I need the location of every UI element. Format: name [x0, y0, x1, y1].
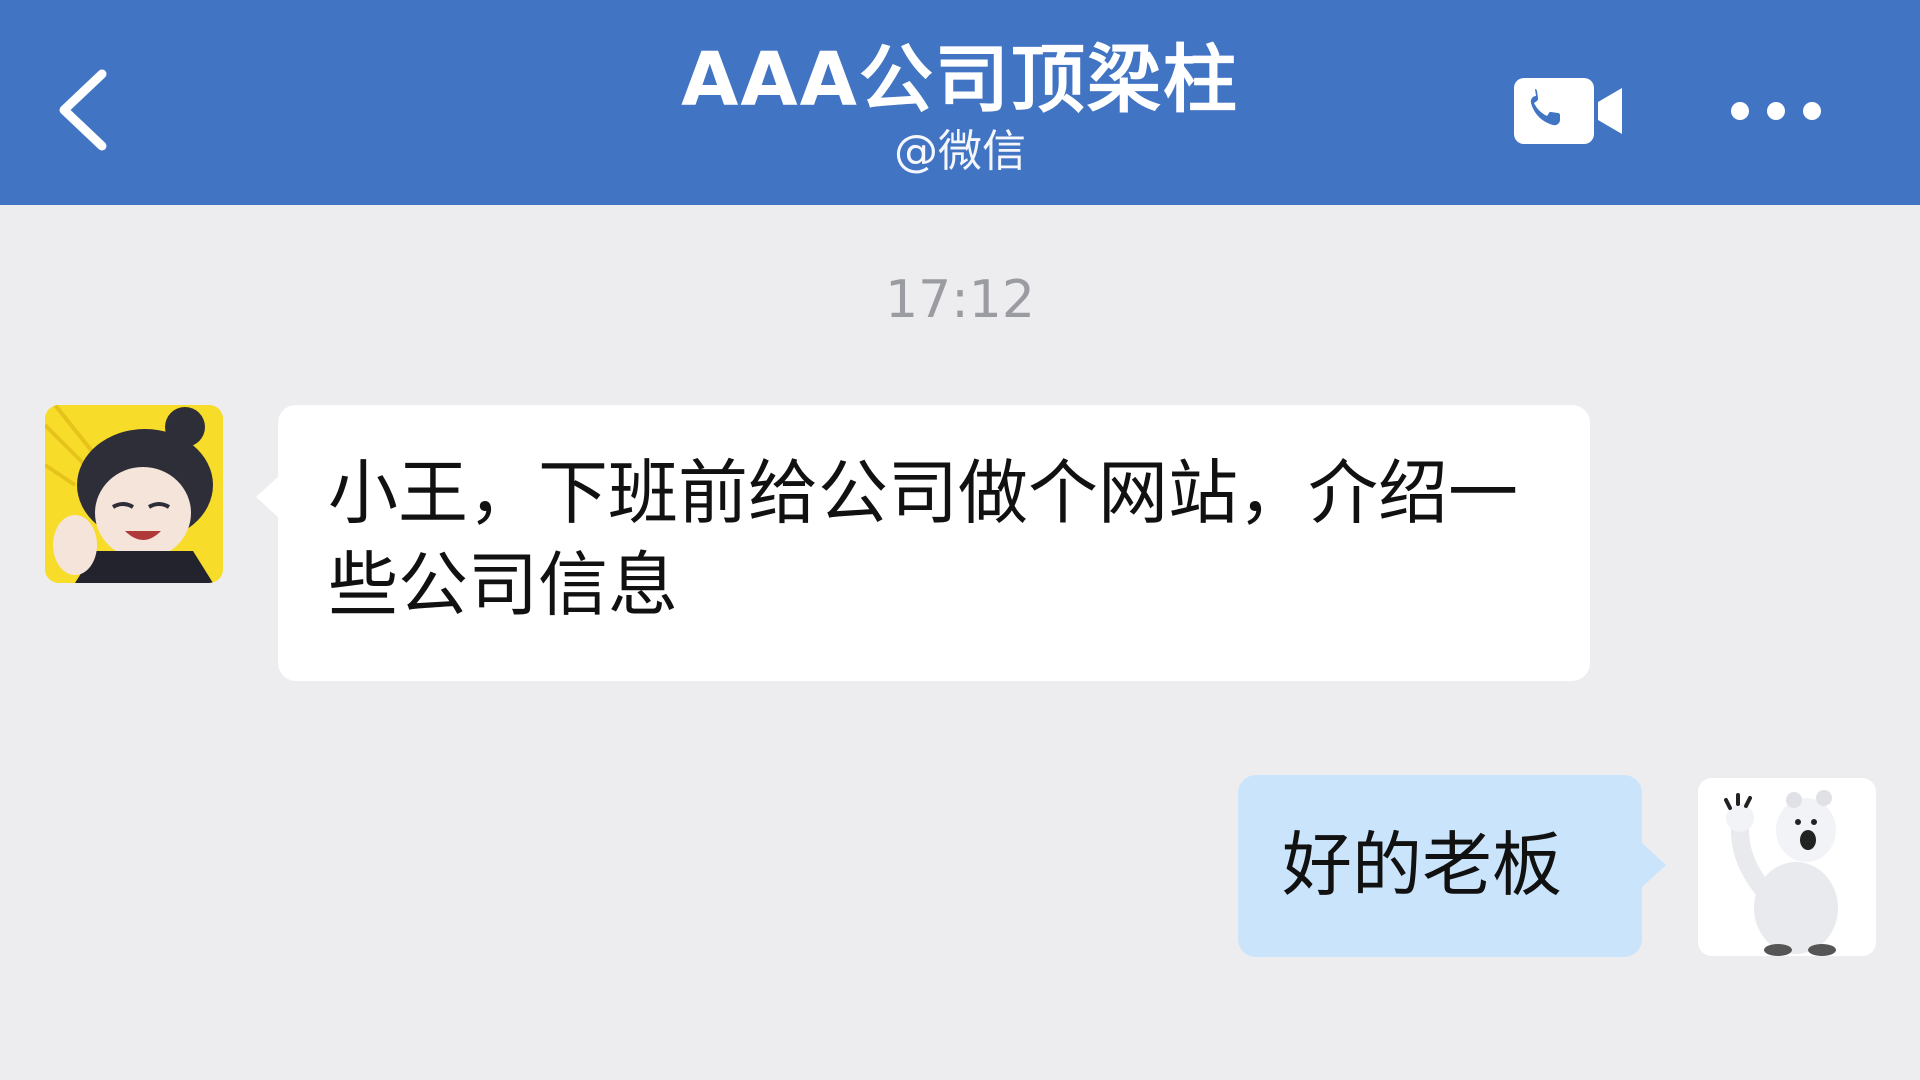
chat-screen: AAA公司顶梁柱 @微信 17:12 小王，下班前给公司做个网站，介绍一些公司信…	[0, 0, 1920, 1080]
incoming-message-bubble[interactable]: 小王，下班前给公司做个网站，介绍一些公司信息	[256, 405, 1590, 681]
chat-title: AAA公司顶梁柱	[681, 37, 1239, 123]
outgoing-message-bubble[interactable]: 好的老板	[1238, 775, 1666, 957]
chat-subtitle: @微信	[894, 126, 1026, 177]
video-call-button[interactable]	[1512, 76, 1626, 146]
more-dots-icon	[1731, 102, 1821, 120]
back-button[interactable]	[46, 62, 126, 158]
message-timestamp: 17:12	[885, 270, 1035, 330]
chat-header: AAA公司顶梁柱 @微信	[0, 0, 1920, 205]
sender-avatar[interactable]	[45, 405, 223, 583]
video-call-icon	[1514, 78, 1622, 144]
polar-bear-avatar	[1698, 778, 1876, 956]
title-block: AAA公司顶梁柱 @微信	[560, 30, 1360, 182]
incoming-message-text: 小王，下班前给公司做个网站，介绍一些公司信息	[328, 452, 1518, 626]
chevron-left-icon	[59, 69, 107, 151]
more-options-button[interactable]	[1726, 86, 1826, 136]
anime-character-avatar	[45, 405, 223, 583]
outgoing-message-text: 好的老板	[1282, 824, 1562, 906]
user-avatar[interactable]	[1698, 778, 1876, 956]
